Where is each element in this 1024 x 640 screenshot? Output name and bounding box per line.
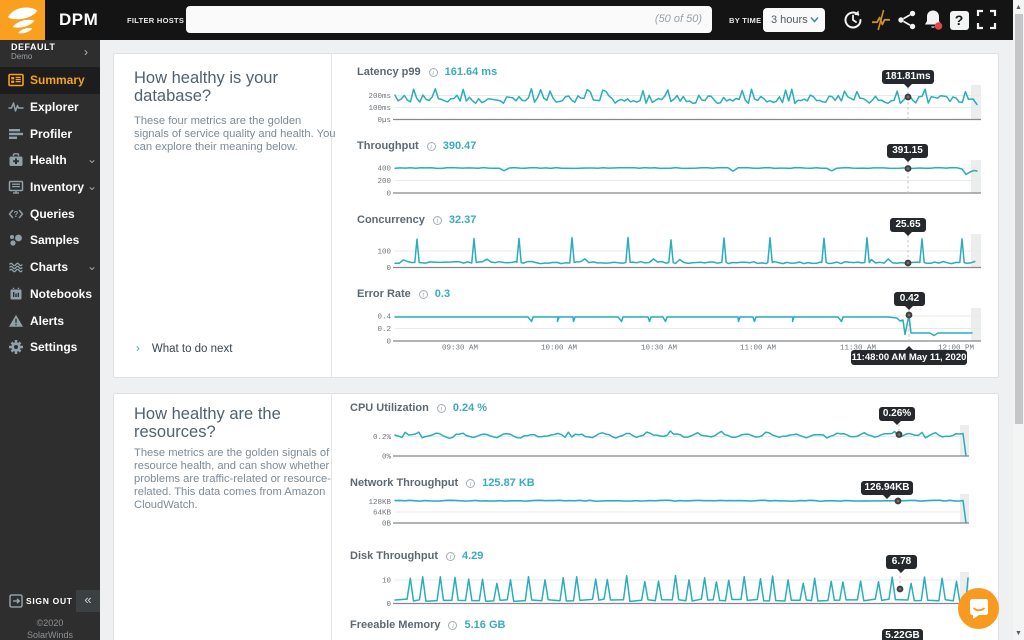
svg-text:0µs: 0µs (377, 117, 391, 125)
svg-text:100: 100 (377, 249, 391, 257)
svg-text:10: 10 (382, 578, 392, 586)
svg-text:10:30 AM: 10:30 AM (641, 345, 678, 353)
svg-text:100ms: 100ms (368, 105, 391, 113)
svg-text:0: 0 (386, 191, 391, 199)
svg-text:0: 0 (386, 601, 391, 609)
svg-text:0.4: 0.4 (377, 314, 391, 322)
svg-text:0: 0 (386, 265, 391, 273)
svg-text:0.2: 0.2 (377, 326, 391, 334)
svg-text:64KB: 64KB (373, 510, 392, 518)
svg-text:0.2%: 0.2% (373, 434, 392, 442)
svg-text:0%: 0% (382, 454, 392, 462)
svg-text:0B: 0B (382, 521, 392, 529)
svg-text:200: 200 (377, 178, 391, 186)
svg-text:400: 400 (377, 166, 391, 174)
svg-text:0: 0 (386, 339, 391, 347)
svg-text:200ms: 200ms (368, 93, 391, 101)
svg-text:10:00 AM: 10:00 AM (541, 345, 578, 353)
svg-text:11:00 AM: 11:00 AM (740, 345, 777, 353)
svg-text:128KB: 128KB (368, 499, 391, 507)
svg-text:09:30 AM: 09:30 AM (442, 345, 479, 353)
